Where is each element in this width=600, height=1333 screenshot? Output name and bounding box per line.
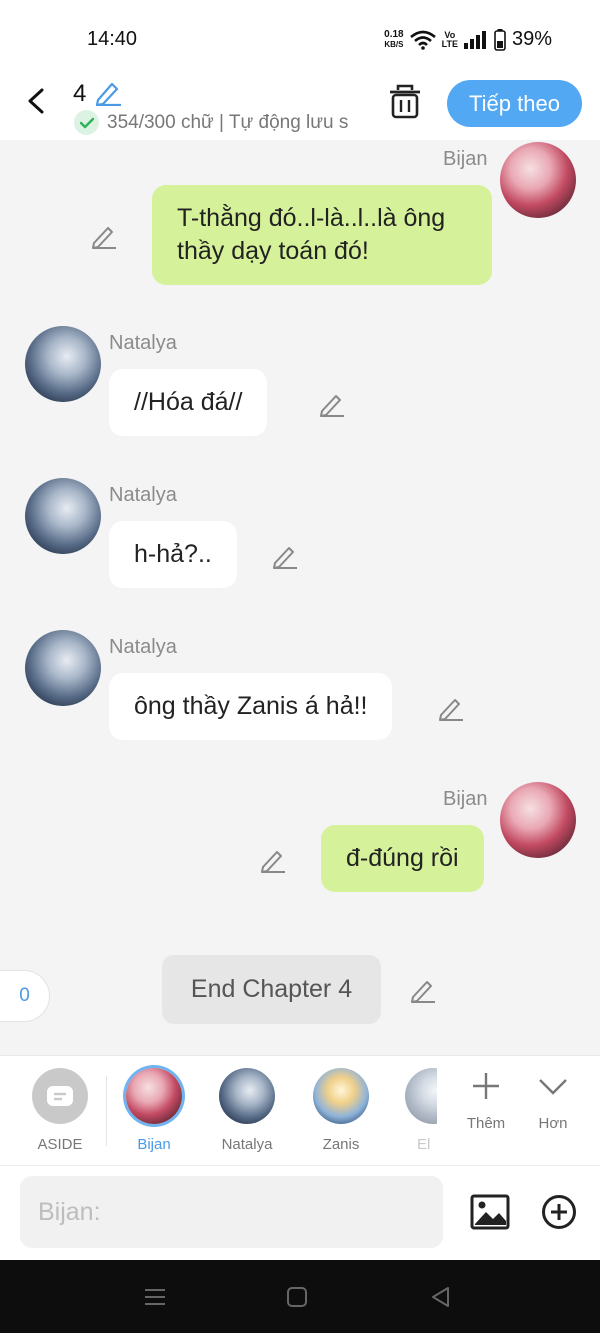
character-label: El xyxy=(417,1136,431,1153)
aside-icon xyxy=(32,1068,88,1124)
speaker-name: Natalya xyxy=(109,484,177,506)
back-arrow-icon[interactable] xyxy=(22,86,52,116)
compose-bar xyxy=(0,1165,600,1260)
volte-bottom: LTE xyxy=(441,38,458,49)
message-text-line: T-thằng đó..l-là..l..là ông xyxy=(177,204,446,232)
edit-pencil-icon[interactable] xyxy=(90,222,118,250)
avatar-bijan xyxy=(500,782,576,858)
edit-pencil-icon[interactable] xyxy=(259,846,287,874)
add-circle-icon[interactable] xyxy=(541,1194,577,1230)
message-bubble[interactable]: ông thầy Zanis á hả!! xyxy=(109,673,393,740)
edit-pencil-icon[interactable] xyxy=(409,976,437,1004)
character-label: Bijan xyxy=(137,1136,171,1153)
battery-icon xyxy=(494,28,506,51)
add-character-label: Thêm xyxy=(466,1115,506,1132)
check-icon xyxy=(74,110,99,135)
end-chapter-label[interactable]: End Chapter 4 xyxy=(162,955,381,1024)
speaker-name: Natalya xyxy=(109,636,177,658)
network-speed-value: 0.18 xyxy=(384,28,404,40)
word-count-status: 354/300 chữ | Tự động lưu s xyxy=(107,111,349,133)
volte-indicator: Vo LTE xyxy=(441,30,458,49)
signal-icon xyxy=(463,30,486,49)
avatar-bijan xyxy=(500,142,576,218)
message-bubble[interactable]: đ-đúng rồi xyxy=(321,825,484,892)
status-time: 14:40 xyxy=(87,28,138,50)
wifi-icon xyxy=(409,30,436,50)
character-partial[interactable]: El xyxy=(405,1068,437,1153)
message-text: ông thầy Zanis á hả!! xyxy=(134,692,368,720)
chat-area: Bijan T-thằng đó..l-là..l..là ông thầy d… xyxy=(0,140,600,1055)
avatar-partial xyxy=(405,1068,437,1124)
message-text-line: thầy dạy toán đó! xyxy=(177,237,369,265)
speaker-name: Bijan xyxy=(443,788,488,810)
character-label: Zanis xyxy=(322,1136,360,1153)
more-characters-button[interactable]: Hơn xyxy=(523,1070,583,1132)
character-selector: ASIDE Bijan Natalya Zanis El Thêm Hơn xyxy=(0,1055,600,1165)
message-text: //Hóa đá// xyxy=(134,388,243,416)
chapter-number: 4 xyxy=(73,80,87,107)
avatar-zanis xyxy=(313,1068,369,1124)
network-speed-unit: KB/S xyxy=(384,39,404,49)
speaker-name: Bijan xyxy=(443,148,488,170)
menu-icon[interactable] xyxy=(142,1284,168,1310)
edit-title-pencil-icon[interactable] xyxy=(94,80,122,106)
edit-pencil-icon[interactable] xyxy=(437,694,465,722)
character-bijan[interactable]: Bijan xyxy=(114,1068,194,1153)
system-nav-bar xyxy=(0,1260,600,1333)
edit-pencil-icon[interactable] xyxy=(318,390,346,418)
avatar-bijan xyxy=(126,1068,182,1124)
back-triangle-icon[interactable] xyxy=(428,1284,454,1310)
plus-icon xyxy=(473,1073,499,1099)
character-label: Natalya xyxy=(221,1136,273,1153)
status-bar: 14:40 0.18 KB/S Vo LTE 39% xyxy=(0,0,600,80)
home-icon[interactable] xyxy=(284,1284,310,1310)
speaker-name: Natalya xyxy=(109,332,177,354)
avatar-natalya xyxy=(219,1068,275,1124)
character-natalya[interactable]: Natalya xyxy=(207,1068,287,1153)
chevron-down-icon xyxy=(539,1079,567,1095)
more-characters-label: Hơn xyxy=(538,1115,568,1132)
image-icon[interactable] xyxy=(470,1194,510,1230)
divider xyxy=(106,1076,107,1146)
battery-level: 39% xyxy=(511,28,552,50)
network-speed: 0.18 KB/S xyxy=(384,28,404,50)
add-character-button[interactable]: Thêm xyxy=(456,1070,516,1132)
message-text: h-hả?.. xyxy=(134,540,212,568)
message-bubble[interactable]: T-thằng đó..l-là..l..là ông thầy dạy toá… xyxy=(152,185,492,285)
character-label: ASIDE xyxy=(37,1136,83,1153)
avatar-natalya xyxy=(25,630,101,706)
trash-icon[interactable] xyxy=(388,84,422,120)
status-icons: 0.18 KB/S Vo LTE 39% xyxy=(384,28,552,51)
character-zanis[interactable]: Zanis xyxy=(301,1068,381,1153)
comment-counter[interactable]: 0 xyxy=(0,970,50,1022)
editor-header: 4 354/300 chữ | Tự động lưu s Tiếp theo xyxy=(0,80,600,140)
message-input[interactable] xyxy=(20,1176,443,1248)
edit-pencil-icon[interactable] xyxy=(271,542,299,570)
avatar-natalya xyxy=(25,326,101,402)
autosave-status: 354/300 chữ | Tự động lưu s xyxy=(74,110,364,135)
message-text: đ-đúng rồi xyxy=(346,844,459,872)
message-bubble[interactable]: h-hả?.. xyxy=(109,521,237,588)
message-bubble[interactable]: //Hóa đá// xyxy=(109,369,268,436)
next-button[interactable]: Tiếp theo xyxy=(447,80,582,127)
character-aside[interactable]: ASIDE xyxy=(20,1068,100,1153)
avatar-natalya xyxy=(25,478,101,554)
